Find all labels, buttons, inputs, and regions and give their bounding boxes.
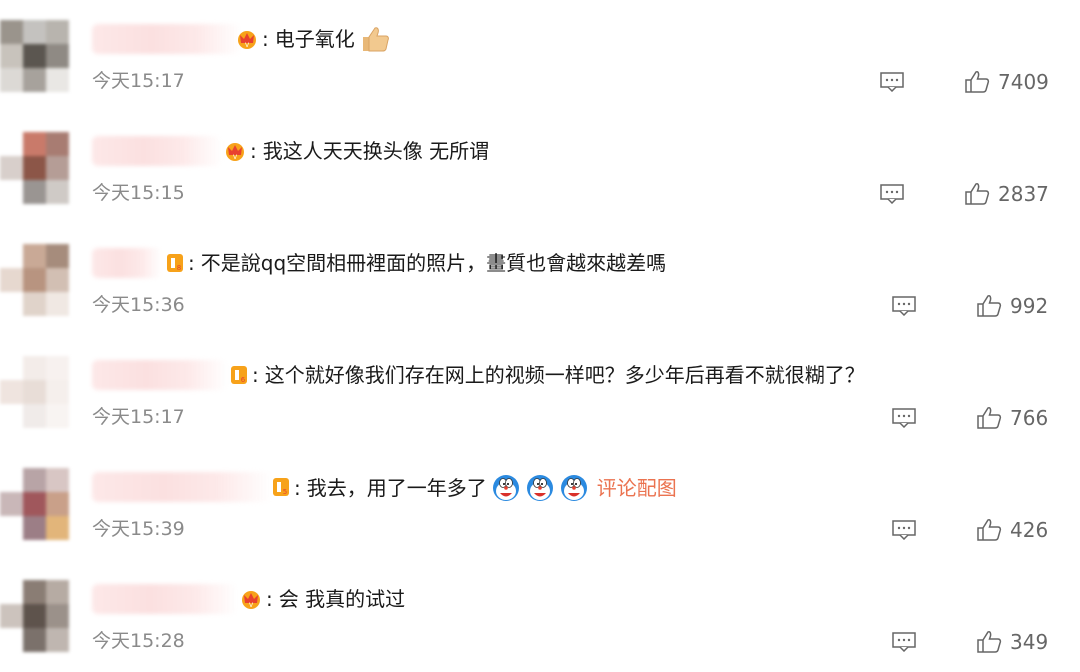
comment-text: 会 我真的试过 — [278, 587, 406, 611]
reply-icon[interactable] — [892, 520, 916, 540]
avatar[interactable] — [0, 468, 92, 540]
username-blurred[interactable] — [92, 248, 162, 278]
thumbs-up-outline-icon — [965, 71, 990, 93]
svg-text:5: 5 — [283, 488, 287, 496]
reply-icon[interactable] — [892, 408, 916, 428]
crown-badge-icon: V — [226, 143, 244, 161]
thumbs-up-outline-icon — [977, 519, 1002, 541]
comment-time: 今天15:28 — [92, 630, 185, 652]
comment-item: V : 我这人天天换头像 无所谓 今天15:15 2837 — [0, 112, 1080, 224]
avatar[interactable] — [0, 244, 92, 316]
comment-time: 今天15:15 — [92, 182, 185, 204]
username-blurred[interactable] — [92, 136, 222, 166]
comment-text: 这个就好像我们存在网上的视频一样吧？多少年后再看不就很糊了？ — [264, 363, 865, 387]
comment-content: : 这个就好像我们存在网上的视频一样吧？多少年后再看不就很糊了？ — [252, 363, 865, 387]
comment-time: 今天15:17 — [92, 70, 185, 92]
comment-text: 我这人天天换头像 无所谓 — [262, 139, 490, 163]
username-blurred[interactable] — [92, 472, 272, 502]
doraemon-icon — [526, 475, 553, 501]
reply-icon[interactable] — [880, 184, 904, 204]
like-count: 349 — [1010, 630, 1049, 654]
thumbs-up-outline-icon — [965, 183, 990, 205]
reply-icon[interactable] — [892, 296, 916, 316]
thumbs-up-outline-icon — [977, 631, 1002, 653]
svg-text:8: 8 — [177, 264, 181, 272]
crown-badge-icon: V — [242, 591, 260, 609]
comment-content: : 我这人天天换头像 无所谓 — [250, 139, 490, 163]
like-button[interactable]: 2837 — [964, 182, 1049, 206]
comment-item: V : 电子氧化 今天15:17 7409 — [0, 0, 1080, 112]
like-button[interactable]: 992 — [976, 294, 1048, 318]
comment-item: 5 : 我去，用了一年多了 评论配图 今天15:39 426 — [0, 448, 1080, 560]
comment-text: 电子氧化 — [274, 27, 355, 51]
comment-time: 今天15:36 — [92, 294, 185, 316]
comment-item: 8 : 不是說qq空間相冊裡面的照片，畫質也會越來越差嗎 今天15:36 992 — [0, 224, 1080, 336]
comment-time: 今天15:17 — [92, 406, 185, 428]
avatar[interactable] — [0, 132, 92, 204]
doraemon-icon — [492, 475, 519, 501]
thumbs-up-outline-icon — [977, 407, 1002, 429]
like-count: 426 — [1010, 518, 1049, 542]
level-badge-icon: 5 — [273, 478, 289, 496]
avatar[interactable] — [0, 580, 92, 652]
reply-icon[interactable] — [892, 632, 916, 652]
comment-content: : 电子氧化 — [262, 25, 391, 53]
username-blurred[interactable] — [92, 360, 228, 390]
level-badge-icon: 8 — [167, 254, 183, 272]
like-count: 992 — [1010, 294, 1049, 318]
level-badge-icon: 6 — [231, 366, 247, 384]
comment-item: 6 : 这个就好像我们存在网上的视频一样吧？多少年后再看不就很糊了？ 今天15:… — [0, 336, 1080, 448]
reply-icon[interactable] — [880, 72, 904, 92]
svg-text:6: 6 — [241, 376, 246, 384]
like-count: 2837 — [998, 182, 1049, 206]
avatar[interactable] — [0, 20, 92, 92]
comment-time: 今天15:39 — [92, 518, 185, 540]
comment-content: : 我去，用了一年多了 评论配图 — [294, 473, 677, 503]
comment-text: 我去，用了一年多了 — [306, 476, 487, 500]
like-button[interactable]: 426 — [976, 518, 1048, 542]
avatar[interactable] — [0, 356, 92, 428]
thumbs-up-outline-icon — [977, 295, 1002, 317]
like-button[interactable]: 349 — [976, 630, 1048, 654]
comment-text: 不是說qq空間相冊裡面的照片，畫質也會越來越差嗎 — [200, 251, 667, 275]
comment-content: : 不是說qq空間相冊裡面的照片，畫質也會越來越差嗎 — [188, 251, 667, 275]
comment-image-link[interactable]: 评论配图 — [597, 474, 677, 502]
comment-item: V : 会 我真的试过 今天15:28 349 — [0, 560, 1080, 672]
crown-badge-icon: V — [238, 31, 256, 49]
doraemon-icon — [560, 475, 587, 501]
like-button[interactable]: 7409 — [964, 70, 1049, 94]
like-count: 766 — [1010, 406, 1049, 430]
thumbs-up-icon — [362, 27, 389, 52]
like-count: 7409 — [998, 70, 1049, 94]
like-button[interactable]: 766 — [976, 406, 1048, 430]
username-blurred[interactable] — [92, 24, 242, 54]
comment-content: : 会 我真的试过 — [266, 587, 406, 611]
username-blurred[interactable] — [92, 584, 238, 614]
